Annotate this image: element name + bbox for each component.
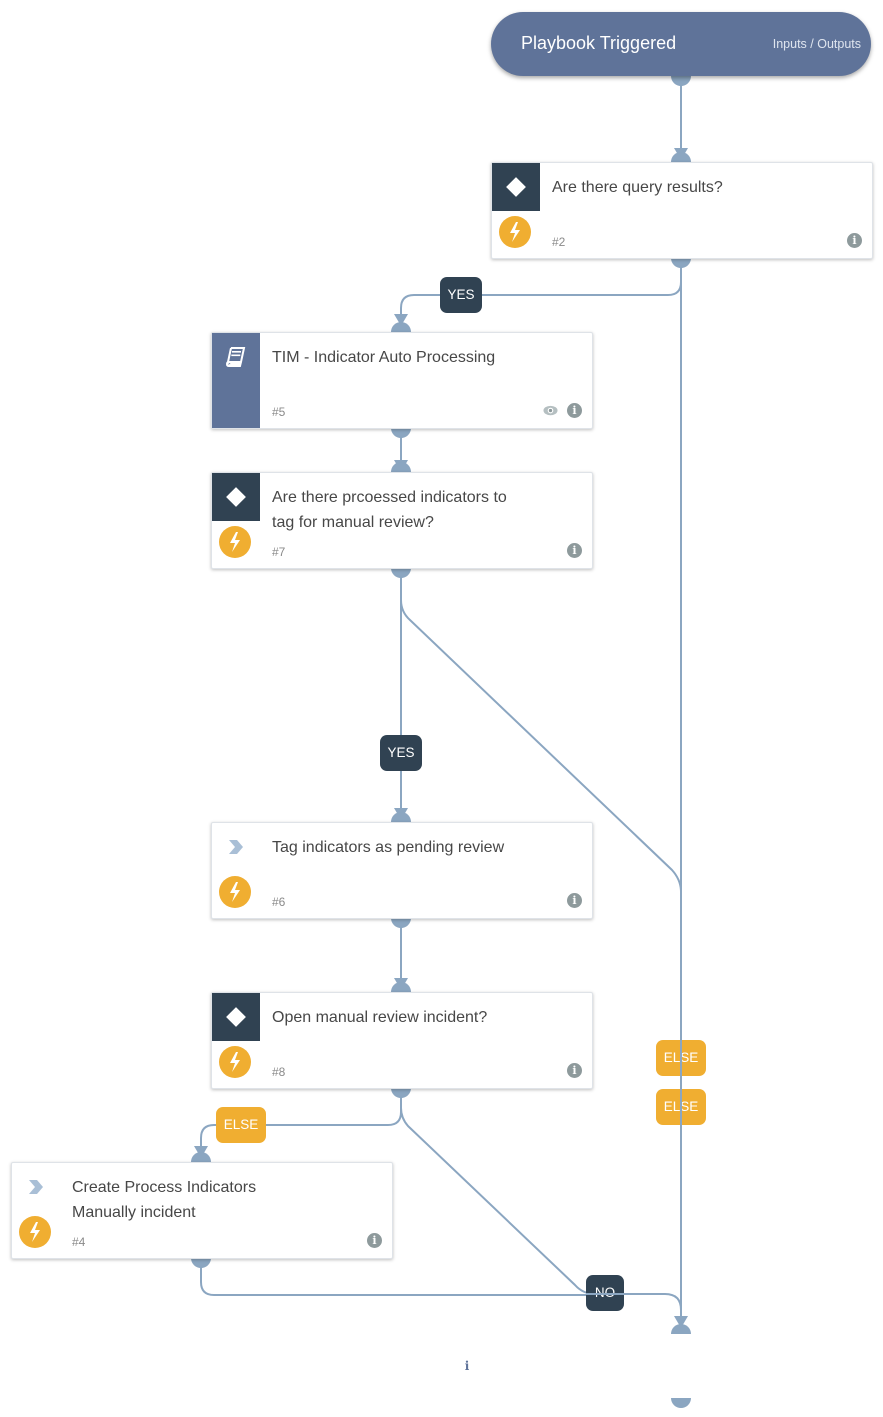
task-label: Tag indicators as pending review [272,839,505,856]
task-label: Are there query results? [552,179,723,196]
bolt-icon [219,876,251,908]
task-node-7[interactable]: Are there prcoessed indicators to tag fo… [211,472,593,569]
eye-icon[interactable] [543,404,558,417]
task-number: #2 [552,235,566,249]
edge-label-else[interactable]: ELSE [656,1089,706,1125]
port-2-out [671,258,691,268]
task-number: #7 [272,545,286,559]
port-4-in [191,1152,211,1162]
edge-8-to-done [400,1090,682,1320]
start-node[interactable]: Playbook Triggered Inputs / Outputs [491,12,871,76]
edge-label-yes[interactable]: YES [440,277,482,313]
diamond-icon [226,1007,246,1027]
task-number: #4 [72,1235,86,1249]
edge-label-yes[interactable]: YES [380,735,422,771]
port-4-out [191,1258,211,1268]
book-icon [225,347,246,367]
task-label: Are there prcoessed indicators to tag fo… [272,489,507,531]
task-label: Open manual review incident? [272,1009,488,1026]
info-icon[interactable]: i [567,1063,582,1078]
start-title: Playbook Triggered [521,33,677,53]
port-5-out [391,428,411,438]
arrow-into-done [674,1316,688,1328]
port-start-out [671,76,691,86]
condition-header [212,993,260,1041]
port-8-out [391,1088,411,1098]
info-icon[interactable]: i [367,1233,382,1248]
edge-label-else[interactable]: ELSE [656,1040,706,1076]
bolt-icon [219,1046,251,1078]
condition-header [492,163,540,211]
info-icon[interactable]: i [567,893,582,908]
info-icon[interactable]: i [459,1358,475,1374]
arrow-into-8 [394,978,408,990]
port-done-in [671,1324,691,1334]
done-title: Done [516,1355,560,1375]
task-node-2[interactable]: Are there query results? #2 i [491,162,873,259]
edge-4-to-done [200,1258,600,1296]
arrow-into-7 [394,460,408,472]
task-number: #5 [272,405,286,419]
task-number: #6 [272,895,286,909]
port-5-in [391,322,411,332]
edge-label-no[interactable]: NO [586,1275,624,1311]
diamond-icon [506,177,526,197]
task-node-5[interactable]: TIM - Indicator Auto Processing #5 i [211,332,593,429]
port-7-out [391,568,411,578]
task-label: TIM - Indicator Auto Processing [272,349,496,366]
edge-label-else[interactable]: ELSE [216,1107,266,1143]
port-done-out [671,1398,691,1408]
condition-header [212,473,260,521]
arrow-into-2 [674,148,688,160]
chevron-icon [229,840,243,854]
task-number: #8 [272,1065,286,1079]
chevron-icon [29,1180,43,1194]
info-icon[interactable]: i [567,543,582,558]
arrow-into-4 [194,1146,208,1158]
bolt-icon [19,1216,51,1248]
arrow-into-6 [394,808,408,820]
sub-playbook-header [212,333,260,428]
port-8-in [391,982,411,992]
info-icon[interactable]: i [847,233,862,248]
bolt-icon [219,526,251,558]
port-6-out [391,918,411,928]
task-node-8[interactable]: Open manual review incident? #8 i [211,992,593,1089]
info-icon[interactable]: i [567,403,582,418]
diamond-icon [226,487,246,507]
arrow-into-5 [394,314,408,326]
task-node-6[interactable]: Tag indicators as pending review #6 i [211,822,593,919]
inputs-outputs-link[interactable]: Inputs / Outputs [773,37,861,51]
port-2-in [671,152,691,162]
task-node-4[interactable]: Create Process Indicators Manually incid… [11,1162,393,1259]
task-label: Create Process Indicators Manually incid… [72,1179,257,1221]
port-7-in [391,462,411,472]
bolt-icon [499,216,531,248]
port-6-in [391,812,411,822]
